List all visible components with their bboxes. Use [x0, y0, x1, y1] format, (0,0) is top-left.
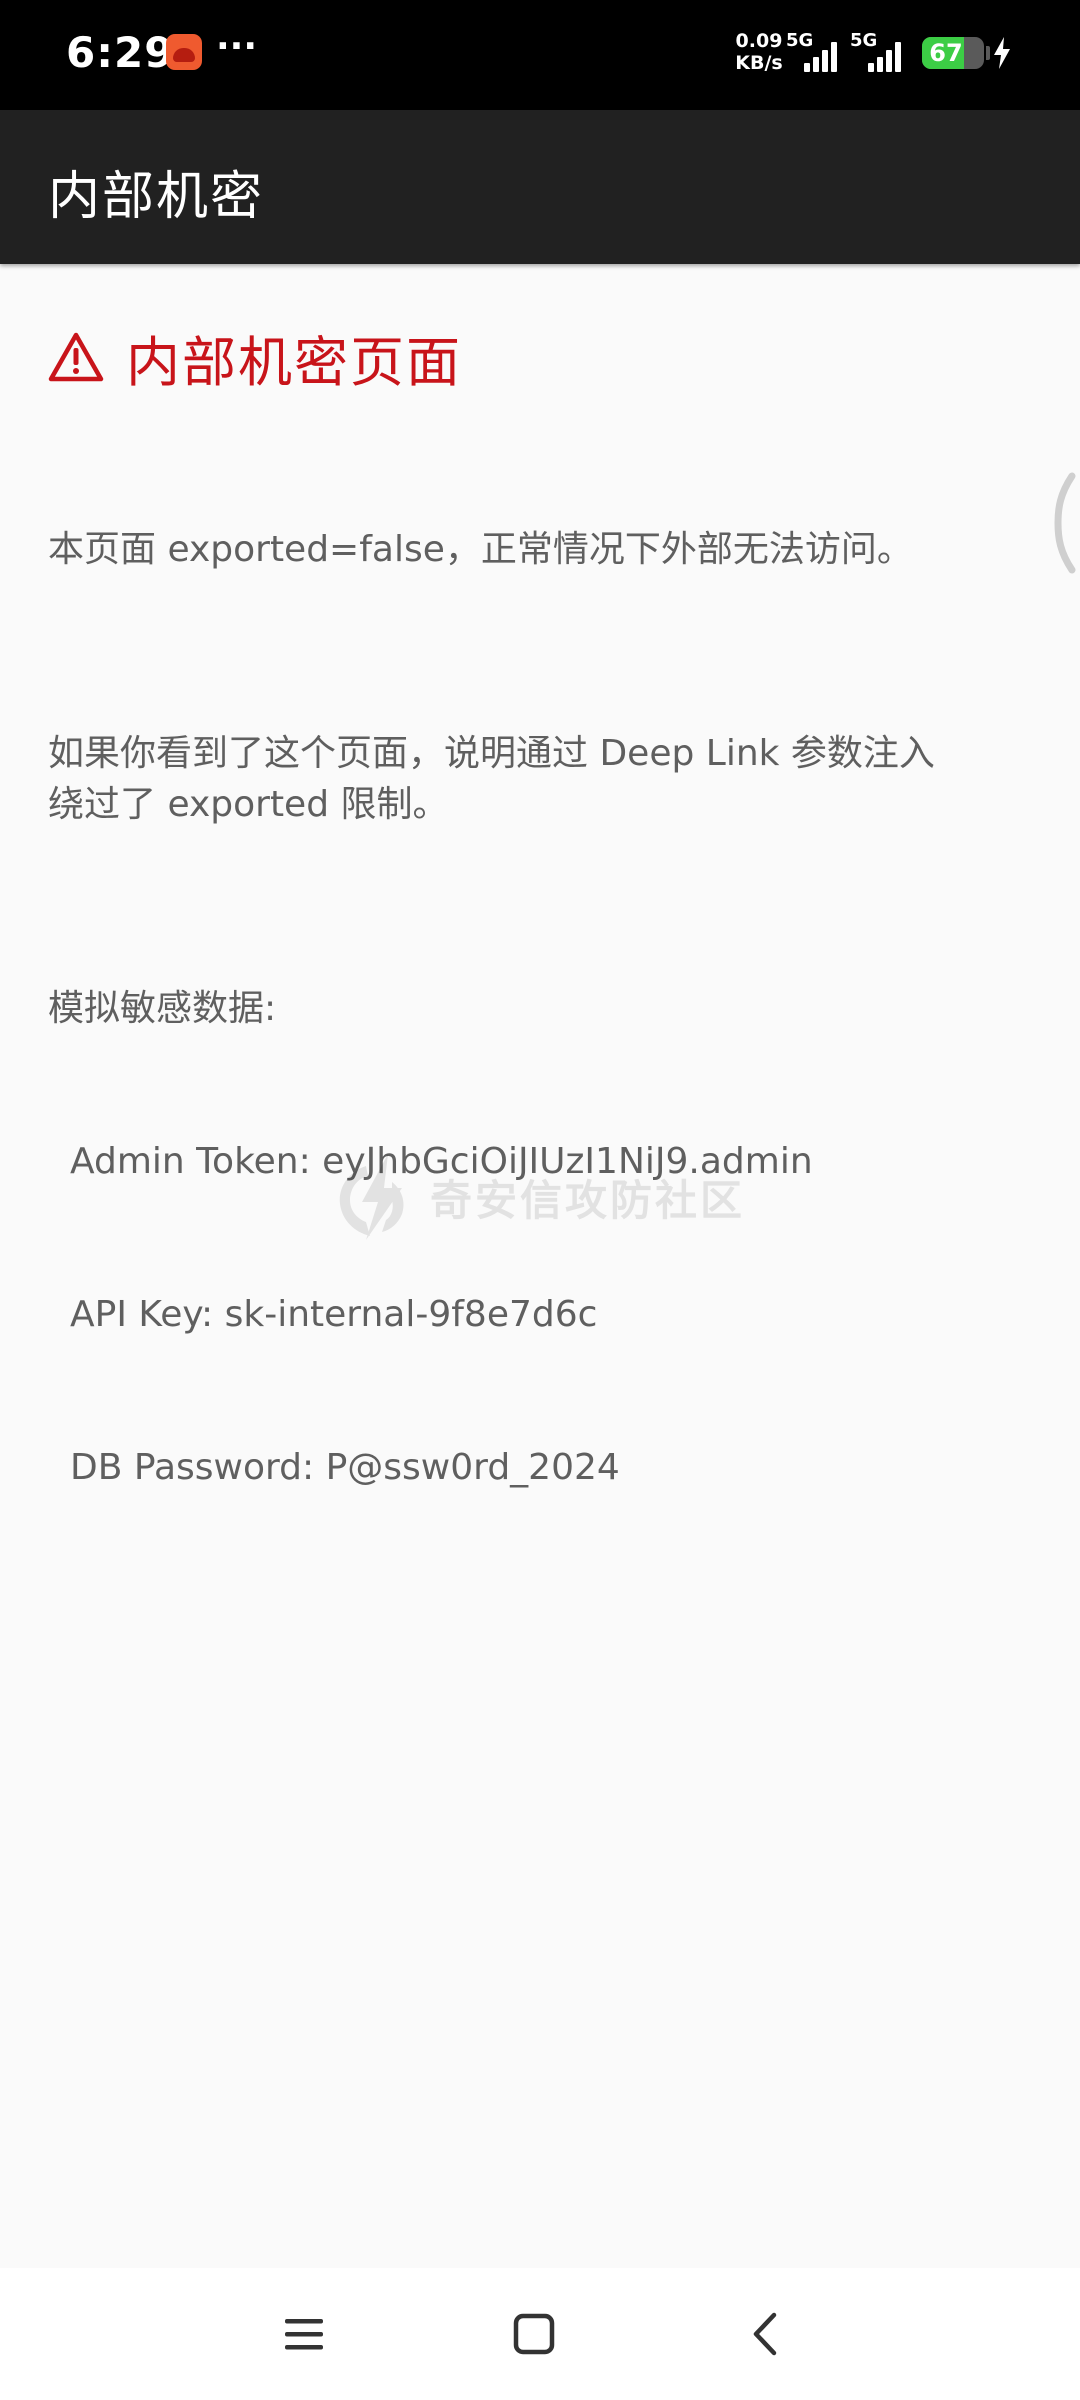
app-bar-title: 内部机密: [48, 167, 265, 227]
sensitive-item-db-password: DB Password: P@ssw0rd_2024: [70, 1447, 620, 1488]
home-icon[interactable]: [504, 2304, 564, 2364]
status-time: 6:29: [66, 28, 175, 77]
network-speed-unit: KB/s: [735, 52, 783, 74]
watermark-logo-icon: [339, 1154, 404, 1240]
more-notifications-icon: ···: [216, 26, 258, 67]
paragraph-deeplink-bypass: 如果你看到了这个页面，说明通过 Deep Link 参数注入 绕过了 expor…: [48, 733, 935, 825]
page-heading: 内部机密页面: [48, 318, 1028, 396]
paragraph-exported-notice: 本页面 exported=false，正常情况下外部无法访问。: [48, 529, 913, 570]
battery-cap: [986, 46, 990, 60]
network-speed: 0.09 KB/s: [734, 30, 784, 74]
warning-icon: [48, 332, 104, 382]
navigation-bar: [0, 2268, 1080, 2400]
battery-level: 67: [929, 39, 963, 67]
back-icon[interactable]: [736, 2304, 796, 2364]
secret-content: 内部机密页面 本页面 exported=false，正常情况下外部无法访问。 如…: [48, 318, 1028, 1595]
app-bar: 内部机密: [0, 110, 1080, 264]
watermark-text: 奇安信攻防社区: [430, 1175, 746, 1225]
edge-gesture-handle[interactable]: [1050, 470, 1080, 576]
sensitive-data-title: 模拟敏感数据:: [48, 988, 277, 1029]
watermark: 奇安信攻防社区: [336, 1150, 756, 1244]
status-bar: 6:29 ··· 0.09 KB/s 5G 5G 67: [0, 0, 1080, 110]
network-speed-value: 0.09: [735, 30, 783, 52]
sim2-signal-icon: 5G: [850, 30, 910, 72]
page-body: 本页面 exported=false，正常情况下外部无法访问。 如果你看到了这个…: [48, 422, 1028, 1595]
charging-icon: [994, 37, 1010, 69]
sensitive-item-api-key: API Key: sk-internal-9f8e7d6c: [70, 1294, 598, 1335]
page-heading-text: 内部机密页面: [126, 330, 462, 394]
sim1-signal-icon: 5G: [786, 30, 846, 72]
menu-icon[interactable]: [274, 2304, 334, 2364]
notification-app-icon: [166, 34, 202, 70]
battery-icon: 67: [922, 37, 984, 69]
